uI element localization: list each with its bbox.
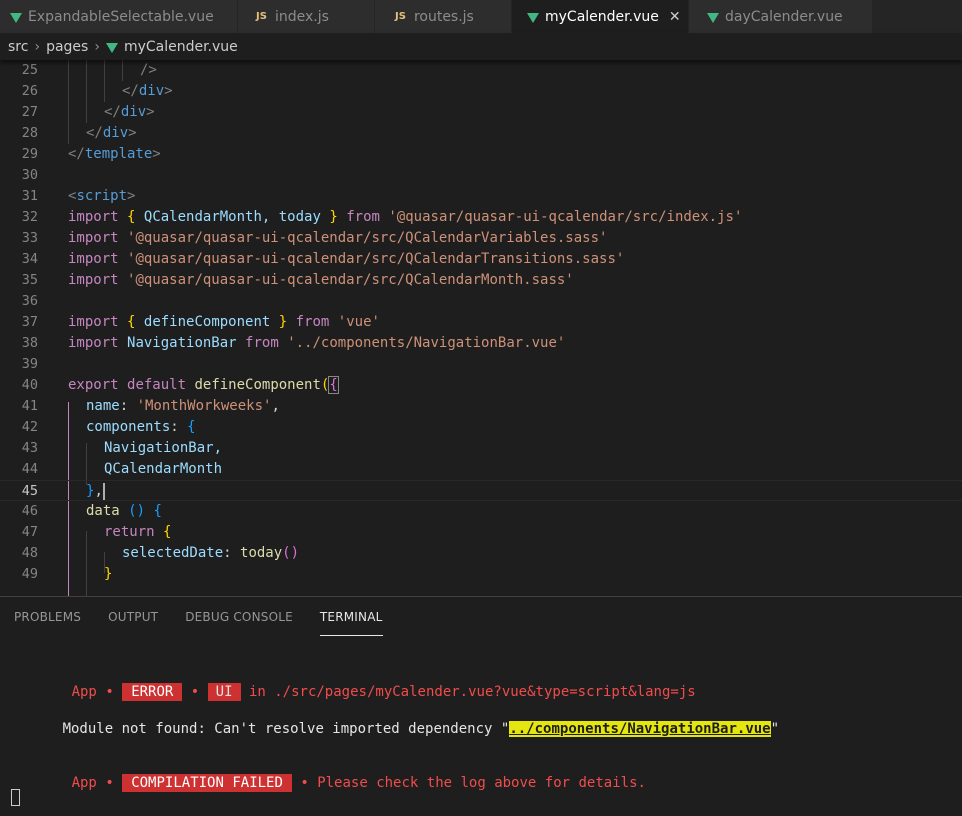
breadcrumb: src › pages › myCalender.vue bbox=[0, 33, 962, 60]
code-line: 33 import '@quasar/quasar-ui-qcalendar/sr… bbox=[21, 230, 608, 246]
code-line: 47 return { bbox=[21, 524, 172, 540]
code-line: 40 export default defineComponent({ bbox=[21, 376, 339, 394]
vue-file-icon bbox=[10, 12, 22, 23]
highlighted-path: ../components/NavigationBar.vue bbox=[509, 721, 771, 737]
code-line: 29 </template> bbox=[21, 146, 161, 162]
code-line: 25/> bbox=[21, 62, 157, 78]
tab-routes-js[interactable]: JS routes.js bbox=[375, 0, 512, 33]
tab-problems[interactable]: PROBLEMS bbox=[14, 597, 81, 637]
tab-label: ExpandableSelectable.vue bbox=[28, 8, 214, 25]
editor-tab-bar: ExpandableSelectable.vue JS index.js JS … bbox=[0, 0, 962, 33]
vue-file-icon bbox=[105, 42, 118, 53]
js-file-icon: JS bbox=[256, 11, 267, 22]
tab-label: dayCalender.vue bbox=[725, 8, 843, 25]
tab-label: index.js bbox=[274, 8, 329, 25]
code-line: 28 </div> bbox=[21, 125, 137, 141]
tab-mycalender-vue[interactable]: myCalender.vue ✕ bbox=[512, 0, 689, 33]
js-file-icon: JS bbox=[395, 11, 406, 22]
close-icon[interactable]: ✕ bbox=[669, 9, 681, 25]
vue-file-icon bbox=[707, 12, 719, 23]
code-line: 35 import '@quasar/quasar-ui-qcalendar/sr… bbox=[21, 272, 574, 288]
terminal-message-line: Module not found: Can't resolve imported… bbox=[62, 721, 780, 737]
code-line-current: 45}, bbox=[0, 480, 962, 501]
code-editor[interactable]: 25/> 26 </div> 27 </div> 28 </div> 29 </temp… bbox=[0, 60, 962, 596]
code-line: 42 components: { bbox=[21, 419, 196, 435]
chevron-right-icon: › bbox=[34, 38, 41, 55]
code-line: 31 <script> bbox=[21, 188, 136, 204]
tab-label: myCalender.vue bbox=[545, 8, 659, 25]
chevron-right-icon: › bbox=[94, 38, 100, 55]
tab-label: routes.js bbox=[413, 8, 474, 25]
code-line: 44 QCalendarMonth bbox=[21, 461, 223, 477]
breadcrumb-pages[interactable]: pages bbox=[46, 39, 88, 55]
code-line: 39 bbox=[21, 356, 38, 372]
terminal-error-line: App • ERROR • UI in ./src/pages/myCalend… bbox=[71, 683, 696, 701]
code-line: 48 selectedDate: today() bbox=[21, 545, 300, 561]
text-caret bbox=[102, 482, 105, 500]
vue-file-icon bbox=[527, 12, 539, 23]
compilation-failed-badge: COMPILATION FAILED bbox=[122, 774, 292, 792]
code-line: 34 import '@quasar/quasar-ui-qcalendar/sr… bbox=[21, 251, 625, 267]
tab-terminal[interactable]: TERMINAL bbox=[319, 597, 383, 637]
code-line: 37 import { defineComponent } from 'vue' bbox=[21, 314, 380, 330]
tab-index-js[interactable]: JS index.js bbox=[238, 0, 375, 33]
terminal-cursor bbox=[11, 789, 20, 806]
code-line: 38 import NavigationBar from '../componen… bbox=[21, 335, 566, 351]
code-line: 43 NavigationBar, bbox=[21, 440, 223, 456]
code-line: 32 import { QCalendarMonth, today } from … bbox=[21, 209, 743, 225]
code-line: 46 data () { bbox=[21, 503, 162, 519]
panel-tab-bar: PROBLEMS OUTPUT DEBUG CONSOLE TERMINAL bbox=[0, 597, 410, 637]
breadcrumb-file[interactable]: myCalender.vue bbox=[124, 39, 238, 55]
code-line: 49} bbox=[21, 566, 113, 582]
code-line: 26 </div> bbox=[21, 83, 173, 99]
tab-expandableselectable[interactable]: ExpandableSelectable.vue bbox=[0, 0, 238, 33]
code-line: 41 name: 'MonthWorkweeks', bbox=[21, 398, 280, 414]
code-line: 30 bbox=[21, 167, 38, 183]
terminal-failed-line: App • COMPILATION FAILED • Please check … bbox=[71, 774, 646, 792]
tab-daycalender-vue[interactable]: dayCalender.vue bbox=[689, 0, 873, 33]
bottom-panel: PROBLEMS OUTPUT DEBUG CONSOLE TERMINAL A… bbox=[0, 596, 962, 809]
tab-debug-console[interactable]: DEBUG CONSOLE bbox=[185, 597, 293, 637]
tab-output[interactable]: OUTPUT bbox=[108, 597, 158, 637]
code-line: 27 </div> bbox=[21, 104, 155, 120]
code-line: 36 bbox=[21, 293, 38, 309]
breadcrumb-src[interactable]: src bbox=[8, 39, 28, 55]
